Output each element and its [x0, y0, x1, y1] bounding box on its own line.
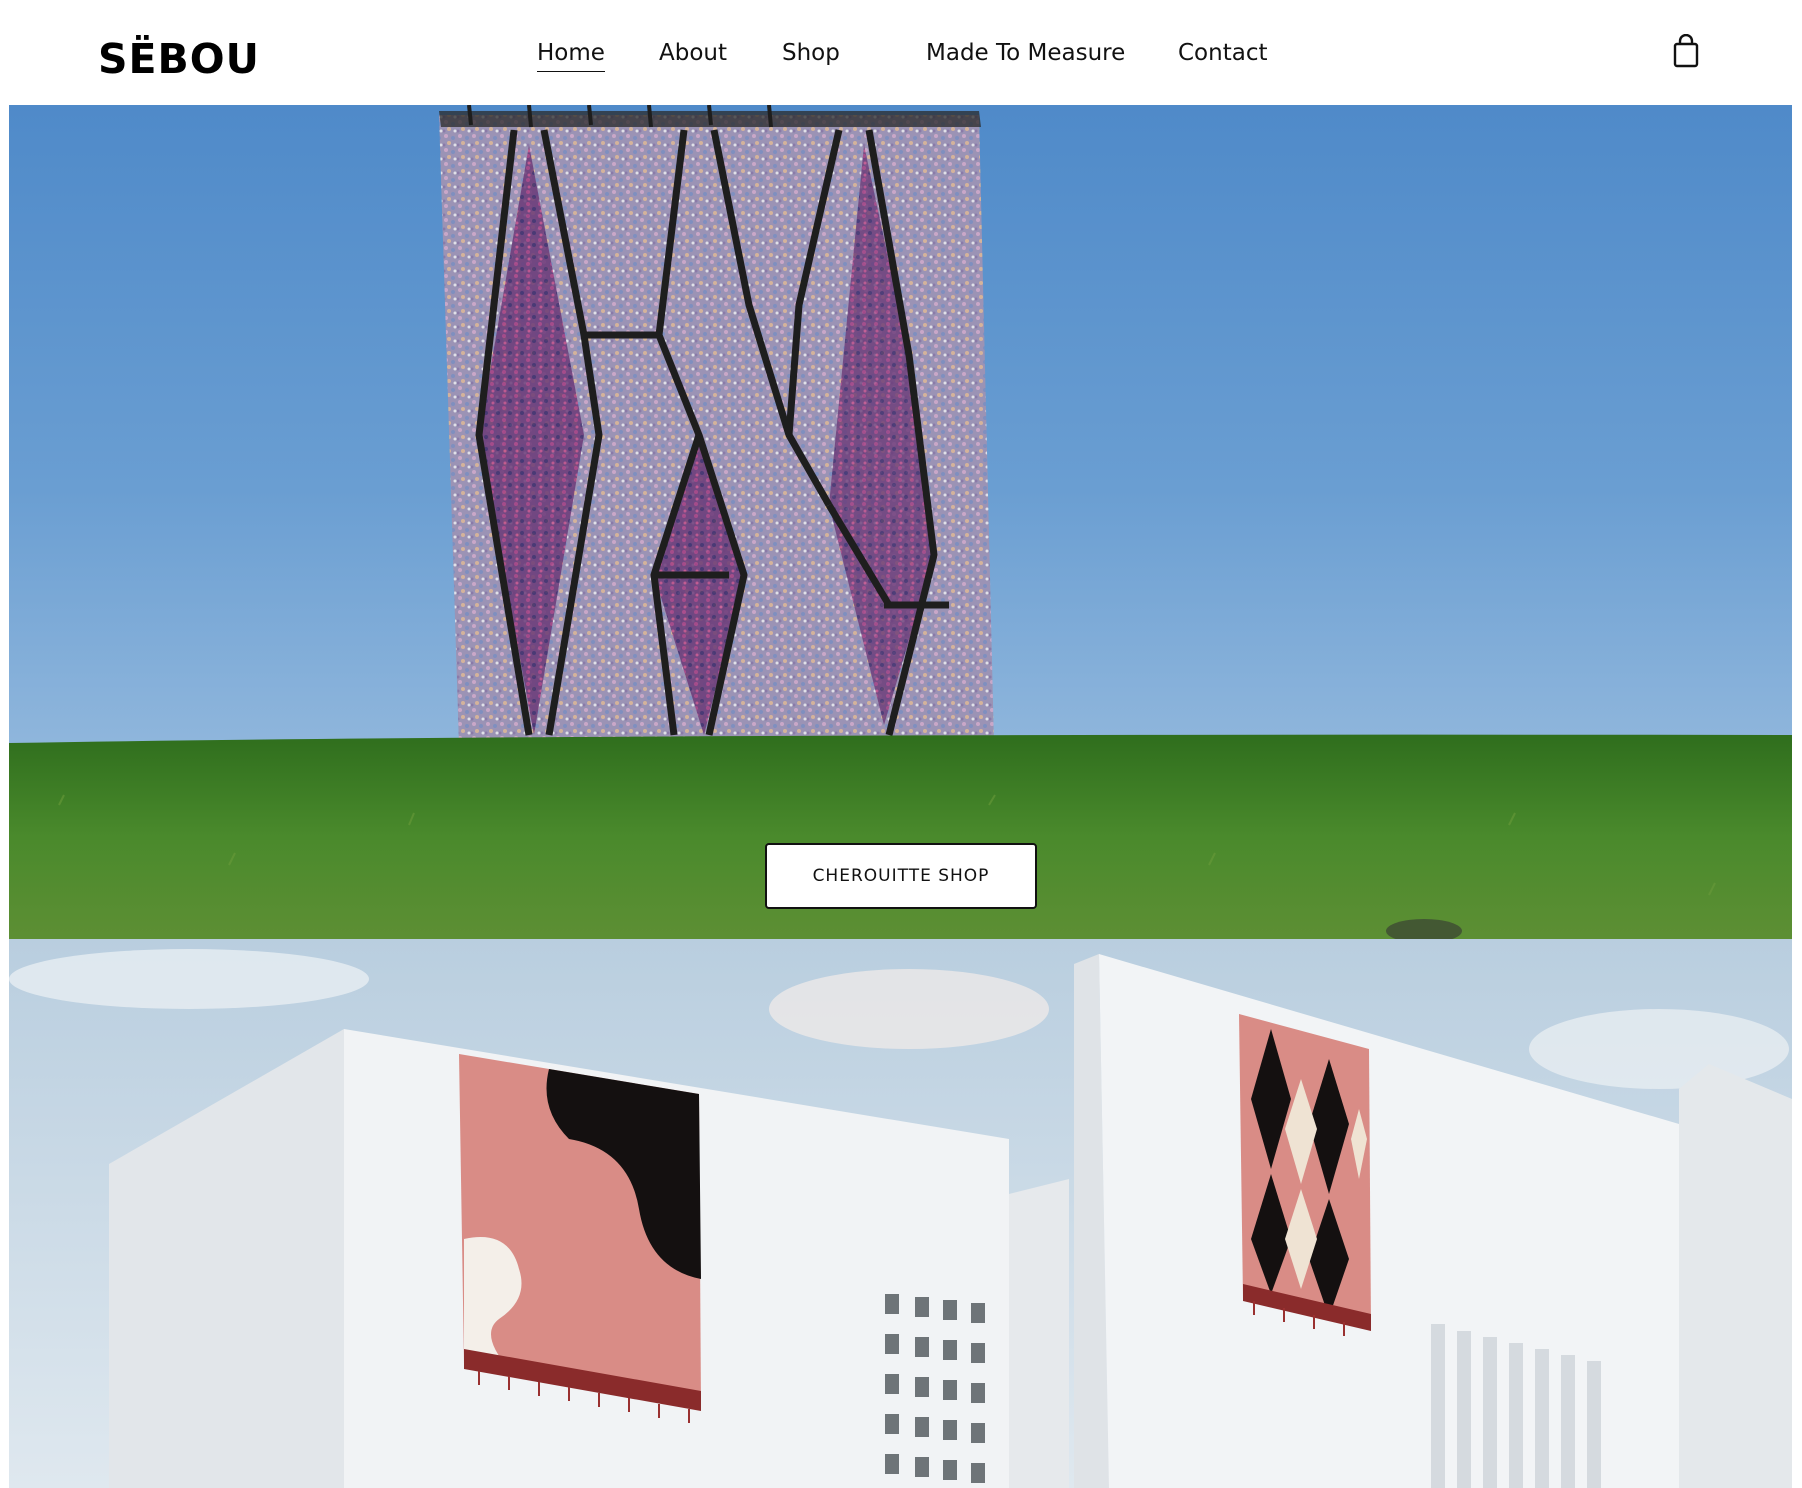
hero-image-building-with-rugs [9, 939, 1792, 1488]
hero-banner-rug-field: CHEROUITTE SHOP [9, 105, 1792, 939]
hero-banner-building-rugs [9, 939, 1792, 1488]
cherouitte-shop-button[interactable]: CHEROUITTE SHOP [765, 843, 1037, 909]
nav-item-about[interactable]: About [659, 40, 727, 66]
nav-item-contact[interactable]: Contact [1178, 40, 1267, 66]
hero-image-rug-on-grass [9, 105, 1792, 939]
shopping-bag-icon[interactable] [1672, 33, 1700, 68]
main-nav: Home About Shop Made To Measure Contact [0, 40, 1802, 72]
nav-item-home[interactable]: Home [537, 40, 605, 72]
nav-item-shop[interactable]: Shop [782, 40, 840, 66]
nav-item-made-to-measure[interactable]: Made To Measure [926, 40, 1125, 66]
site-header: SËBOU Home About Shop Made To Measure Co… [0, 0, 1802, 105]
